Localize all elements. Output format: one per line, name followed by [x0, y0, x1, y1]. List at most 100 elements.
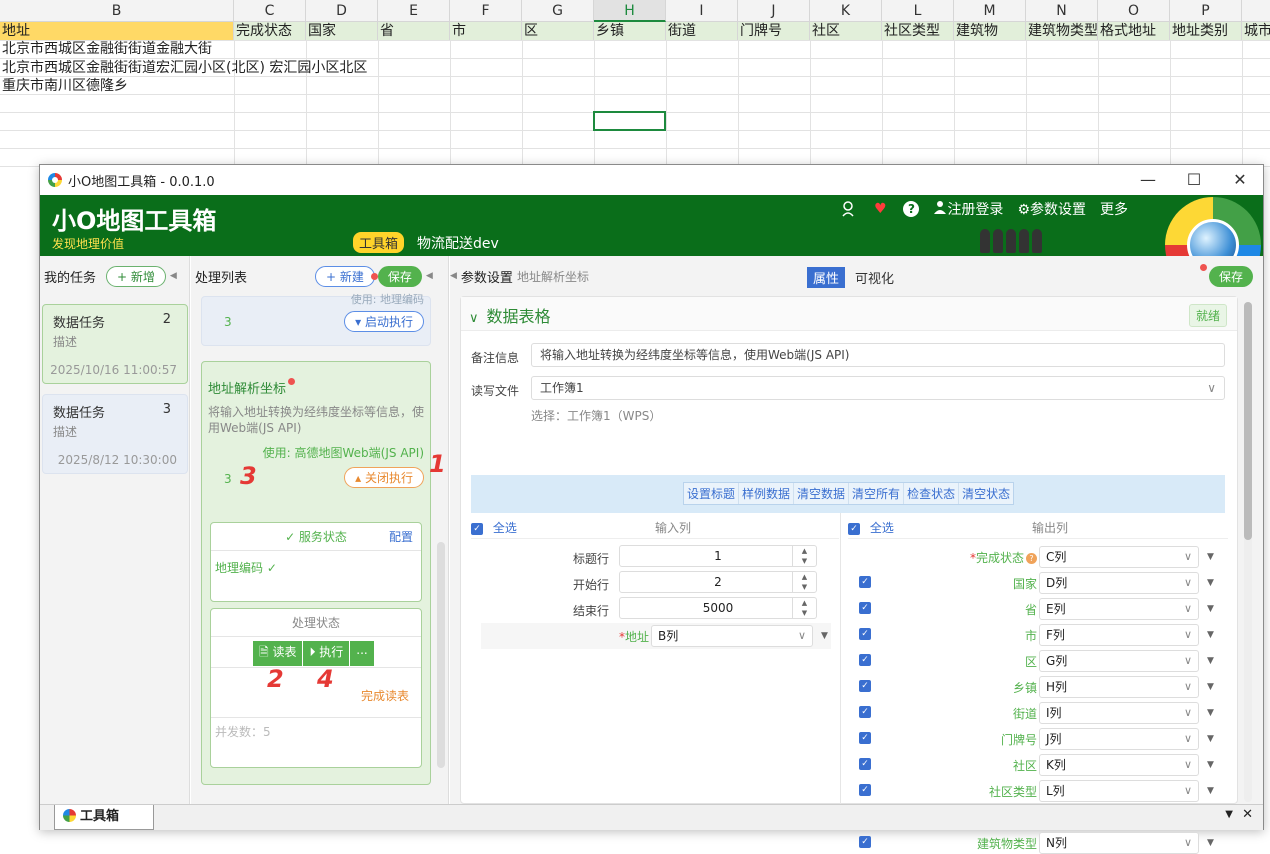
header-cell[interactable]: 市: [450, 22, 522, 40]
sample-data-button[interactable]: 样例数据: [739, 483, 795, 504]
process-scrollbar[interactable]: [437, 542, 445, 768]
select-all-output-label[interactable]: 全选: [870, 521, 894, 535]
cell-b2[interactable]: 北京市西城区金融街街道金融大街: [2, 40, 212, 58]
help-icon[interactable]: ?: [903, 201, 920, 217]
output-dropdown-icon[interactable]: ▼: [1207, 760, 1214, 770]
output-checkbox[interactable]: ✓: [859, 706, 871, 718]
output-col-select[interactable]: F列 ∨: [1039, 624, 1199, 646]
start-row-input[interactable]: 2 ▲ ▼: [619, 571, 817, 593]
tab-properties[interactable]: 属性: [807, 267, 846, 288]
maximize-button[interactable]: ☐: [1171, 165, 1217, 195]
output-dropdown-icon[interactable]: ▼: [1207, 786, 1214, 796]
settings-button[interactable]: ⚙参数设置: [1017, 199, 1086, 219]
project-name[interactable]: 物流配送dev: [417, 233, 499, 253]
output-dropdown-icon[interactable]: ▼: [1207, 604, 1214, 614]
output-col-select[interactable]: G列 ∨: [1039, 650, 1199, 672]
header-cell[interactable]: 街道: [666, 22, 738, 40]
output-checkbox[interactable]: ✓: [859, 602, 871, 614]
output-dropdown-icon[interactable]: ▼: [1207, 734, 1214, 744]
column-header-O[interactable]: O: [1098, 0, 1170, 22]
check-status-button[interactable]: 检查状态: [904, 483, 960, 504]
save-params-button[interactable]: 保存: [1208, 266, 1253, 287]
save-process-button[interactable]: 保存: [377, 265, 422, 287]
output-dropdown-icon[interactable]: ▼: [1207, 708, 1214, 718]
output-dropdown-icon[interactable]: ▼: [1207, 578, 1214, 588]
output-checkbox[interactable]: ✓: [859, 654, 871, 666]
output-checkbox[interactable]: ✓: [859, 836, 871, 848]
clear-all-button[interactable]: 清空所有: [849, 483, 905, 504]
address-dropdown-icon[interactable]: ▼: [821, 631, 828, 641]
heart-icon[interactable]: ♥: [871, 200, 889, 218]
toolbox-tab[interactable]: 工具箱: [54, 805, 154, 830]
column-header-C[interactable]: C: [234, 0, 306, 22]
task-card-1[interactable]: 数据任务 2 描述 2025/10/16 11:00:57: [42, 304, 188, 384]
new-process-button[interactable]: + 新建: [315, 265, 375, 287]
header-cell[interactable]: 省: [378, 22, 450, 40]
title-row-input[interactable]: 1 ▲ ▼: [619, 545, 817, 567]
header-cell[interactable]: 格式地址: [1098, 22, 1170, 40]
tab-menu-icon[interactable]: ▼: [1225, 809, 1233, 820]
output-dropdown-icon[interactable]: ▼: [1207, 682, 1214, 692]
minimize-button[interactable]: —: [1125, 165, 1171, 195]
process-card-geocode[interactable]: 地址解析坐标 将输入地址转换为经纬度坐标等信息，使用Web端(JS API) 使…: [201, 361, 431, 785]
output-col-select[interactable]: N列 ∨: [1039, 832, 1199, 854]
output-col-select[interactable]: D列 ∨: [1039, 572, 1199, 594]
read-table-button[interactable]: 🗎 读表: [253, 641, 303, 666]
header-cell[interactable]: 建筑物: [954, 22, 1026, 40]
column-header-M[interactable]: M: [954, 0, 1026, 22]
active-cell[interactable]: [593, 111, 666, 131]
header-cell[interactable]: 乡镇: [594, 22, 666, 40]
add-task-button[interactable]: + 新增: [106, 265, 166, 287]
task-card-2[interactable]: 数据任务 3 描述 2025/8/12 10:30:00: [42, 394, 188, 474]
column-header-F[interactable]: F: [450, 0, 522, 22]
header-cell[interactable]: 区: [522, 22, 594, 40]
column-header-next[interactable]: [1242, 0, 1270, 22]
column-header-E[interactable]: E: [378, 0, 450, 22]
clear-status-button[interactable]: 清空状态: [959, 483, 1013, 504]
column-header-H[interactable]: H: [594, 0, 666, 22]
user-pin-icon[interactable]: [839, 200, 857, 218]
column-header-L[interactable]: L: [882, 0, 954, 22]
register-login-button[interactable]: 注册登录: [933, 199, 1003, 219]
collapse-process-icon[interactable]: ◀: [426, 271, 433, 281]
output-checkbox[interactable]: ✓: [859, 576, 871, 588]
output-dropdown-icon[interactable]: ▼: [1207, 630, 1214, 640]
column-header-B[interactable]: B: [0, 0, 234, 22]
collapse-params-icon[interactable]: ◀: [450, 271, 457, 281]
help-icon[interactable]: ?: [1026, 553, 1037, 564]
process-card-previous[interactable]: 使用: 地理编码 3 ▾ 启动执行: [201, 293, 431, 346]
column-header-N[interactable]: N: [1026, 0, 1098, 22]
set-title-button[interactable]: 设置标题: [684, 483, 740, 504]
output-checkbox[interactable]: ✓: [859, 680, 871, 692]
spin-buttons[interactable]: ▲ ▼: [792, 546, 816, 566]
select-all-output-checkbox[interactable]: ✓: [848, 522, 860, 535]
end-row-input[interactable]: 5000 ▲ ▼: [619, 597, 817, 619]
output-col-select[interactable]: J列 ∨: [1039, 728, 1199, 750]
more-button[interactable]: 更多: [1100, 199, 1128, 219]
column-header-K[interactable]: K: [810, 0, 882, 22]
tab-close-icon[interactable]: ✕: [1242, 807, 1253, 822]
header-cell[interactable]: 社区: [810, 22, 882, 40]
header-cell[interactable]: 建筑物类型: [1026, 22, 1098, 40]
header-cell[interactable]: 地址类别: [1170, 22, 1242, 40]
header-cell[interactable]: 地址: [0, 22, 234, 40]
address-col-select[interactable]: B列 ∨: [651, 625, 813, 647]
output-checkbox[interactable]: ✓: [859, 758, 871, 770]
clear-data-button[interactable]: 清空数据: [794, 483, 850, 504]
output-col-select[interactable]: K列 ∨: [1039, 754, 1199, 776]
column-header-J[interactable]: J: [738, 0, 810, 22]
output-dropdown-icon[interactable]: ▼: [1207, 552, 1214, 562]
params-scroll-thumb[interactable]: [1244, 302, 1252, 540]
output-col-select[interactable]: E列 ∨: [1039, 598, 1199, 620]
select-all-input-checkbox[interactable]: ✓: [471, 522, 483, 535]
output-col-select[interactable]: I列 ∨: [1039, 702, 1199, 724]
cell-b3[interactable]: 北京市西城区金融街街道宏汇园小区(北区) 宏汇园小区北区: [2, 59, 367, 77]
output-col-select[interactable]: L列 ∨: [1039, 780, 1199, 802]
close-button[interactable]: ✕: [1217, 165, 1263, 195]
note-input[interactable]: 将输入地址转换为经纬度坐标等信息，使用Web端(JS API): [531, 343, 1225, 367]
more-actions-button[interactable]: ...: [350, 641, 374, 666]
spin-buttons[interactable]: ▲ ▼: [792, 598, 816, 618]
column-header-G[interactable]: G: [522, 0, 594, 22]
close-exec-button[interactable]: ▴ 关闭执行: [344, 467, 424, 488]
column-header-I[interactable]: I: [666, 0, 738, 22]
